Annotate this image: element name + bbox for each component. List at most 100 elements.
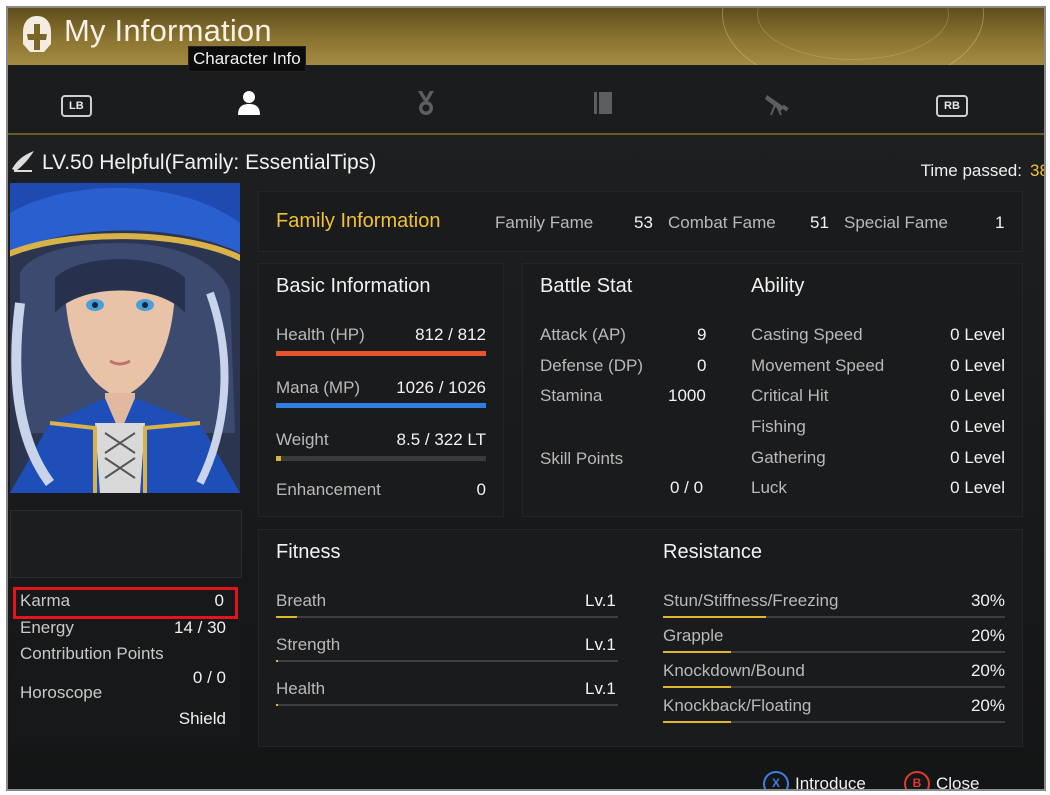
health-bar-fill — [276, 351, 486, 356]
character-line: LV.50 Helpful(Family: EssentialTips) — [10, 149, 376, 175]
window-header: My Information — [8, 8, 1044, 90]
karma-label: Karma — [20, 591, 71, 610]
family-emblem-icon — [12, 151, 34, 172]
ability-value: 0 Level — [950, 356, 1005, 375]
resistance-bar-fill — [663, 686, 732, 688]
fitness-label: Strength — [276, 635, 341, 654]
tab-bar: LB RB — [8, 65, 1044, 135]
basic-info-title: Basic Information — [276, 275, 431, 297]
attack-value: 9 — [697, 325, 707, 344]
introduce-button[interactable]: Introduce — [795, 774, 866, 789]
family-info-panel: Family Information Family Fame 53 Combat… — [258, 191, 1023, 252]
left-stats-panel: Karma 0 Energy 14 / 30 Contribution Poin… — [10, 583, 240, 743]
helmet-icon — [23, 16, 51, 52]
fitness-label: Breath — [276, 591, 327, 610]
stamina-value: 1000 — [668, 386, 706, 405]
health-label: Health (HP) — [276, 325, 365, 344]
mana-bar — [276, 403, 486, 408]
time-passed-value: 38M — [1030, 161, 1044, 180]
attack-label: Attack (AP) — [540, 325, 626, 344]
page-title: My Information — [64, 13, 272, 48]
ability-label: Luck — [751, 478, 787, 497]
resistance-title: Resistance — [663, 541, 762, 563]
telescope-icon[interactable] — [764, 89, 790, 117]
contribution-label: Contribution Points — [20, 644, 164, 663]
ability-label: Critical Hit — [751, 386, 829, 405]
ability-value: 0 Level — [950, 417, 1005, 436]
main-content: LV.50 Helpful(Family: EssentialTips) Tim… — [8, 135, 1044, 789]
time-passed: Time passed: 38M — [920, 161, 1044, 181]
enhancement-value: 0 — [476, 480, 486, 499]
enhancement-label: Enhancement — [276, 480, 381, 499]
ability-value: 0 Level — [950, 325, 1005, 344]
stamina-label: Stamina — [540, 386, 603, 405]
weight-bar — [276, 456, 486, 461]
family-info-title: Family Information — [276, 210, 441, 232]
character-level-name: LV.50 Helpful(Family: EssentialTips) — [42, 151, 377, 174]
family-fame-value: 53 — [634, 213, 653, 232]
resistance-label: Knockdown/Bound — [663, 661, 805, 680]
close-key-icon[interactable]: B — [904, 771, 930, 789]
introduce-key-icon[interactable]: X — [763, 771, 789, 789]
character-icon[interactable] — [236, 89, 262, 117]
skill-points-value: 0 / 0 — [670, 478, 704, 497]
battle-ability-panel: Battle Stat Attack (AP) 9 Defense (DP) 0… — [522, 263, 1023, 517]
family-fame-label: Family Fame — [495, 213, 594, 232]
ability-value: 0 Level — [950, 386, 1005, 405]
resistance-value: 20% — [970, 696, 1005, 715]
fitness-value: Lv.1 — [585, 679, 616, 698]
fitness-bar — [276, 660, 618, 662]
fitness-bar — [276, 616, 618, 618]
combat-fame-label: Combat Fame — [668, 213, 776, 232]
mana-value: 1026 / 1026 — [396, 378, 486, 397]
mana-bar-fill — [276, 403, 486, 408]
resistance-bar-fill — [663, 721, 732, 723]
resistance-bar-fill — [663, 651, 732, 653]
contribution-value: 0 / 0 — [192, 668, 226, 687]
fitness-bar — [276, 704, 618, 706]
weight-bar-fill — [276, 456, 282, 461]
ability-label: Gathering — [751, 448, 826, 467]
medal-icon[interactable] — [413, 89, 439, 117]
defense-label: Defense (DP) — [540, 356, 643, 375]
defense-value: 0 — [697, 356, 707, 375]
basic-info-panel: Basic Information Health (HP) 812 / 812 … — [258, 263, 504, 517]
character-portrait — [10, 183, 240, 493]
resistance-value: 20% — [970, 626, 1005, 645]
resistance-label: Grapple — [663, 626, 724, 645]
book-icon[interactable] — [590, 89, 616, 117]
ability-label: Movement Speed — [751, 356, 885, 375]
fitness-label: Health — [276, 679, 326, 698]
close-button[interactable]: Close — [936, 774, 979, 789]
resistance-label: Stun/Stiffness/Freezing — [663, 591, 839, 610]
health-bar — [276, 351, 486, 356]
ability-title: Ability — [751, 275, 805, 297]
horoscope-value: Shield — [178, 709, 226, 728]
energy-label: Energy — [20, 618, 74, 637]
window-frame: My Information Character Info LB RB LV.5… — [6, 6, 1046, 791]
energy-value: 14 / 30 — [174, 618, 226, 637]
fitness-value: Lv.1 — [585, 591, 616, 610]
fitness-bar-fill — [276, 616, 297, 618]
weight-value: 8.5 / 322 LT — [396, 430, 486, 449]
resistance-bar — [663, 721, 1005, 723]
left-empty-panel — [10, 510, 242, 578]
fitness-bar-fill — [276, 660, 279, 662]
resistance-value: 30% — [970, 591, 1005, 610]
rb-button[interactable]: RB — [936, 95, 968, 117]
time-passed-label: Time passed: — [920, 161, 1022, 180]
resistance-bar-fill — [663, 616, 766, 618]
special-fame-value: 1 — [995, 213, 1005, 232]
fitness-bar-fill — [276, 704, 279, 706]
battle-stat-title: Battle Stat — [540, 275, 633, 297]
lb-button[interactable]: LB — [61, 95, 92, 117]
skill-points-label: Skill Points — [540, 449, 624, 468]
resistance-label: Knockback/Floating — [663, 696, 812, 715]
health-value: 812 / 812 — [415, 325, 486, 344]
resistance-bar — [663, 616, 1005, 618]
ability-value: 0 Level — [950, 478, 1005, 497]
weight-label: Weight — [276, 430, 329, 449]
resistance-bar — [663, 651, 1005, 653]
horoscope-label: Horoscope — [20, 683, 103, 702]
special-fame-label: Special Fame — [844, 213, 948, 232]
